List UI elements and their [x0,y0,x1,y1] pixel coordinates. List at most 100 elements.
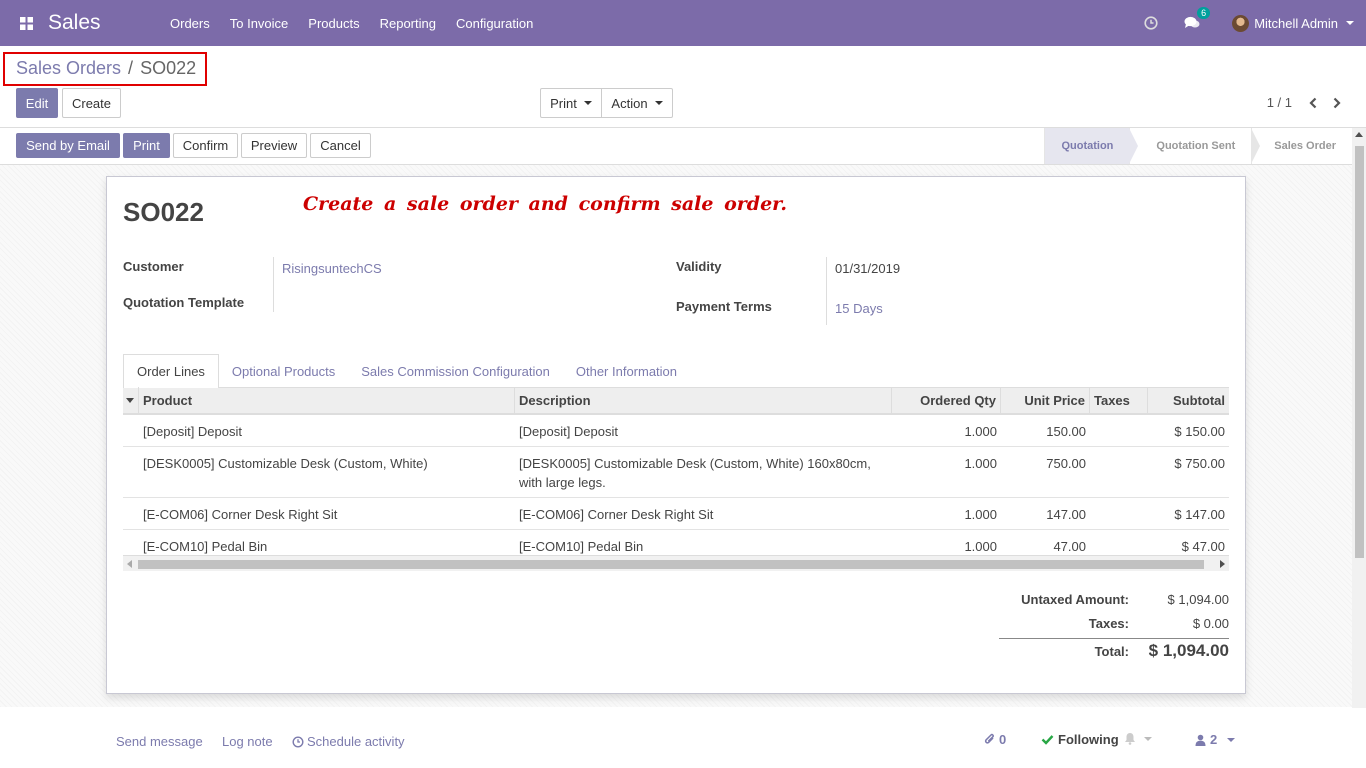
scroll-up-icon[interactable] [1355,132,1363,137]
status-bar: Quotation Quotation Sent Sales Order [1044,128,1352,164]
cell-qty: 1.000 [964,456,997,471]
row-spacer [123,454,139,492]
messages-icon[interactable]: 6 [1184,7,1211,30]
cell-qty: 1.000 [964,424,997,439]
breadcrumb-sales-orders[interactable]: Sales Orders [16,58,121,79]
user-name: Mitchell Admin [1254,15,1338,31]
send-by-email-button[interactable]: Send by Email [16,133,120,158]
sort-handle[interactable] [123,387,139,414]
chevron-down-icon [583,101,592,105]
table-row[interactable]: [E-COM06] Corner Desk Right Sit [E-COM06… [123,498,1229,530]
column-taxes[interactable]: Taxes [1090,387,1148,414]
cell-product: [E-COM10] Pedal Bin [143,539,268,554]
caret-down-icon [126,398,134,403]
column-ordered-qty[interactable]: Ordered Qty [892,387,1001,414]
stage-quotation-sent[interactable]: Quotation Sent [1129,128,1261,164]
cell-description: [E-COM06] Corner Desk Right Sit [519,507,714,522]
menu-configuration[interactable]: Configuration [446,16,543,31]
bell-icon [1125,733,1135,745]
cell-taxes [1090,454,1148,492]
cancel-button[interactable]: Cancel [310,133,371,158]
following-button[interactable]: Following [1041,732,1119,747]
menu-reporting[interactable]: Reporting [370,16,446,31]
schedule-activity-button[interactable]: Schedule activity [292,734,405,749]
horizontal-scrollbar[interactable] [123,555,1229,571]
chevron-left-icon[interactable] [1308,97,1318,109]
table-row[interactable]: [DESK0005] Customizable Desk (Custom, Wh… [123,447,1229,498]
cell-product: [E-COM06] Corner Desk Right Sit [143,507,338,522]
scrollbar-thumb[interactable] [138,560,1204,569]
notification-settings[interactable] [1124,732,1152,745]
stage-sales-order[interactable]: Sales Order [1251,128,1352,164]
cell-product: [DESK0005] Customizable Desk (Custom, Wh… [143,456,428,471]
menu-products[interactable]: Products [298,16,369,31]
annotation-text: Create a sale order and confirm sale ord… [303,193,788,215]
validity-field[interactable]: 01/31/2019 [835,261,900,276]
chevron-down-icon [1346,21,1354,25]
cell-taxes [1090,505,1148,524]
followers-count: 2 [1210,732,1218,747]
cell-price: 147.00 [1046,507,1086,522]
app-brand[interactable]: Sales [48,11,148,35]
customer-label: Customer [123,259,184,274]
totals-divider [999,638,1229,639]
column-unit-price[interactable]: Unit Price [1001,387,1090,414]
followers-button[interactable]: 2 [1195,732,1236,747]
tab-sales-commission-configuration[interactable]: Sales Commission Configuration [348,354,563,388]
clock-icon [292,735,304,748]
scrollbar-thumb[interactable] [1355,146,1364,558]
menu-orders[interactable]: Orders [160,16,220,31]
user-menu[interactable]: Mitchell Admin [1232,14,1354,32]
log-note-button[interactable]: Log note [222,734,273,749]
print-button[interactable]: Print [123,133,170,158]
table-row[interactable]: [Deposit] Deposit [Deposit] Deposit 1.00… [123,415,1229,447]
payment-terms-field[interactable]: 15 Days [835,301,883,316]
attachments-button[interactable]: 0 [984,732,1006,747]
row-spacer [123,537,139,556]
field-separator [826,257,827,325]
cell-taxes [1090,537,1148,556]
preview-button[interactable]: Preview [241,133,307,158]
scroll-right-icon[interactable] [1220,560,1225,568]
print-dropdown[interactable]: Print [540,88,602,118]
send-message-button[interactable]: Send message [116,734,203,749]
confirm-button[interactable]: Confirm [173,133,238,158]
form-sheet: SO022 Create a sale order and confirm sa… [106,176,1246,694]
navbar-right: 6 Mitchell Admin [1144,0,1366,46]
pager-value[interactable]: 1 / 1 [1267,95,1292,110]
cell-subtotal: $ 150.00 [1174,424,1225,439]
chevron-right-icon[interactable] [1332,97,1342,109]
chatter: Send message Log note Schedule activity … [0,708,1352,768]
tab-optional-products[interactable]: Optional Products [219,354,348,388]
activity-clock-icon[interactable] [1144,16,1158,30]
vertical-scrollbar[interactable] [1352,128,1366,708]
action-dropdown[interactable]: Action [601,88,673,118]
edit-button[interactable]: Edit [16,88,58,118]
column-product[interactable]: Product [139,387,515,414]
taxes-value: $ 0.00 [1192,616,1229,631]
validity-label: Validity [676,259,722,274]
cell-price: 750.00 [1046,456,1086,471]
cell-subtotal: $ 750.00 [1174,456,1225,471]
user-icon [1195,734,1206,746]
create-button[interactable]: Create [62,88,121,118]
stage-quotation[interactable]: Quotation [1044,128,1139,164]
apps-menu-icon[interactable] [10,16,42,30]
column-subtotal[interactable]: Subtotal [1148,387,1229,414]
column-description[interactable]: Description [515,387,892,414]
menu-to-invoice[interactable]: To Invoice [220,16,299,31]
untaxed-amount-value: $ 1,094.00 [1167,592,1229,607]
tab-order-lines[interactable]: Order Lines [123,354,219,389]
chevron-down-icon [654,101,663,105]
row-spacer [123,505,139,524]
chevron-down-icon [1144,736,1152,741]
pager: 1 / 1 [1267,95,1342,110]
field-separator [273,257,274,312]
customer-field[interactable]: RisingsuntechCS [282,261,382,276]
untaxed-amount-label: Untaxed Amount: [1021,592,1129,607]
schedule-activity-label: Schedule activity [307,734,405,749]
scroll-left-icon[interactable] [127,560,132,568]
tab-other-information[interactable]: Other Information [563,354,690,388]
check-icon [1041,735,1054,745]
cell-description: [DESK0005] Customizable Desk (Custom, Wh… [519,456,871,490]
